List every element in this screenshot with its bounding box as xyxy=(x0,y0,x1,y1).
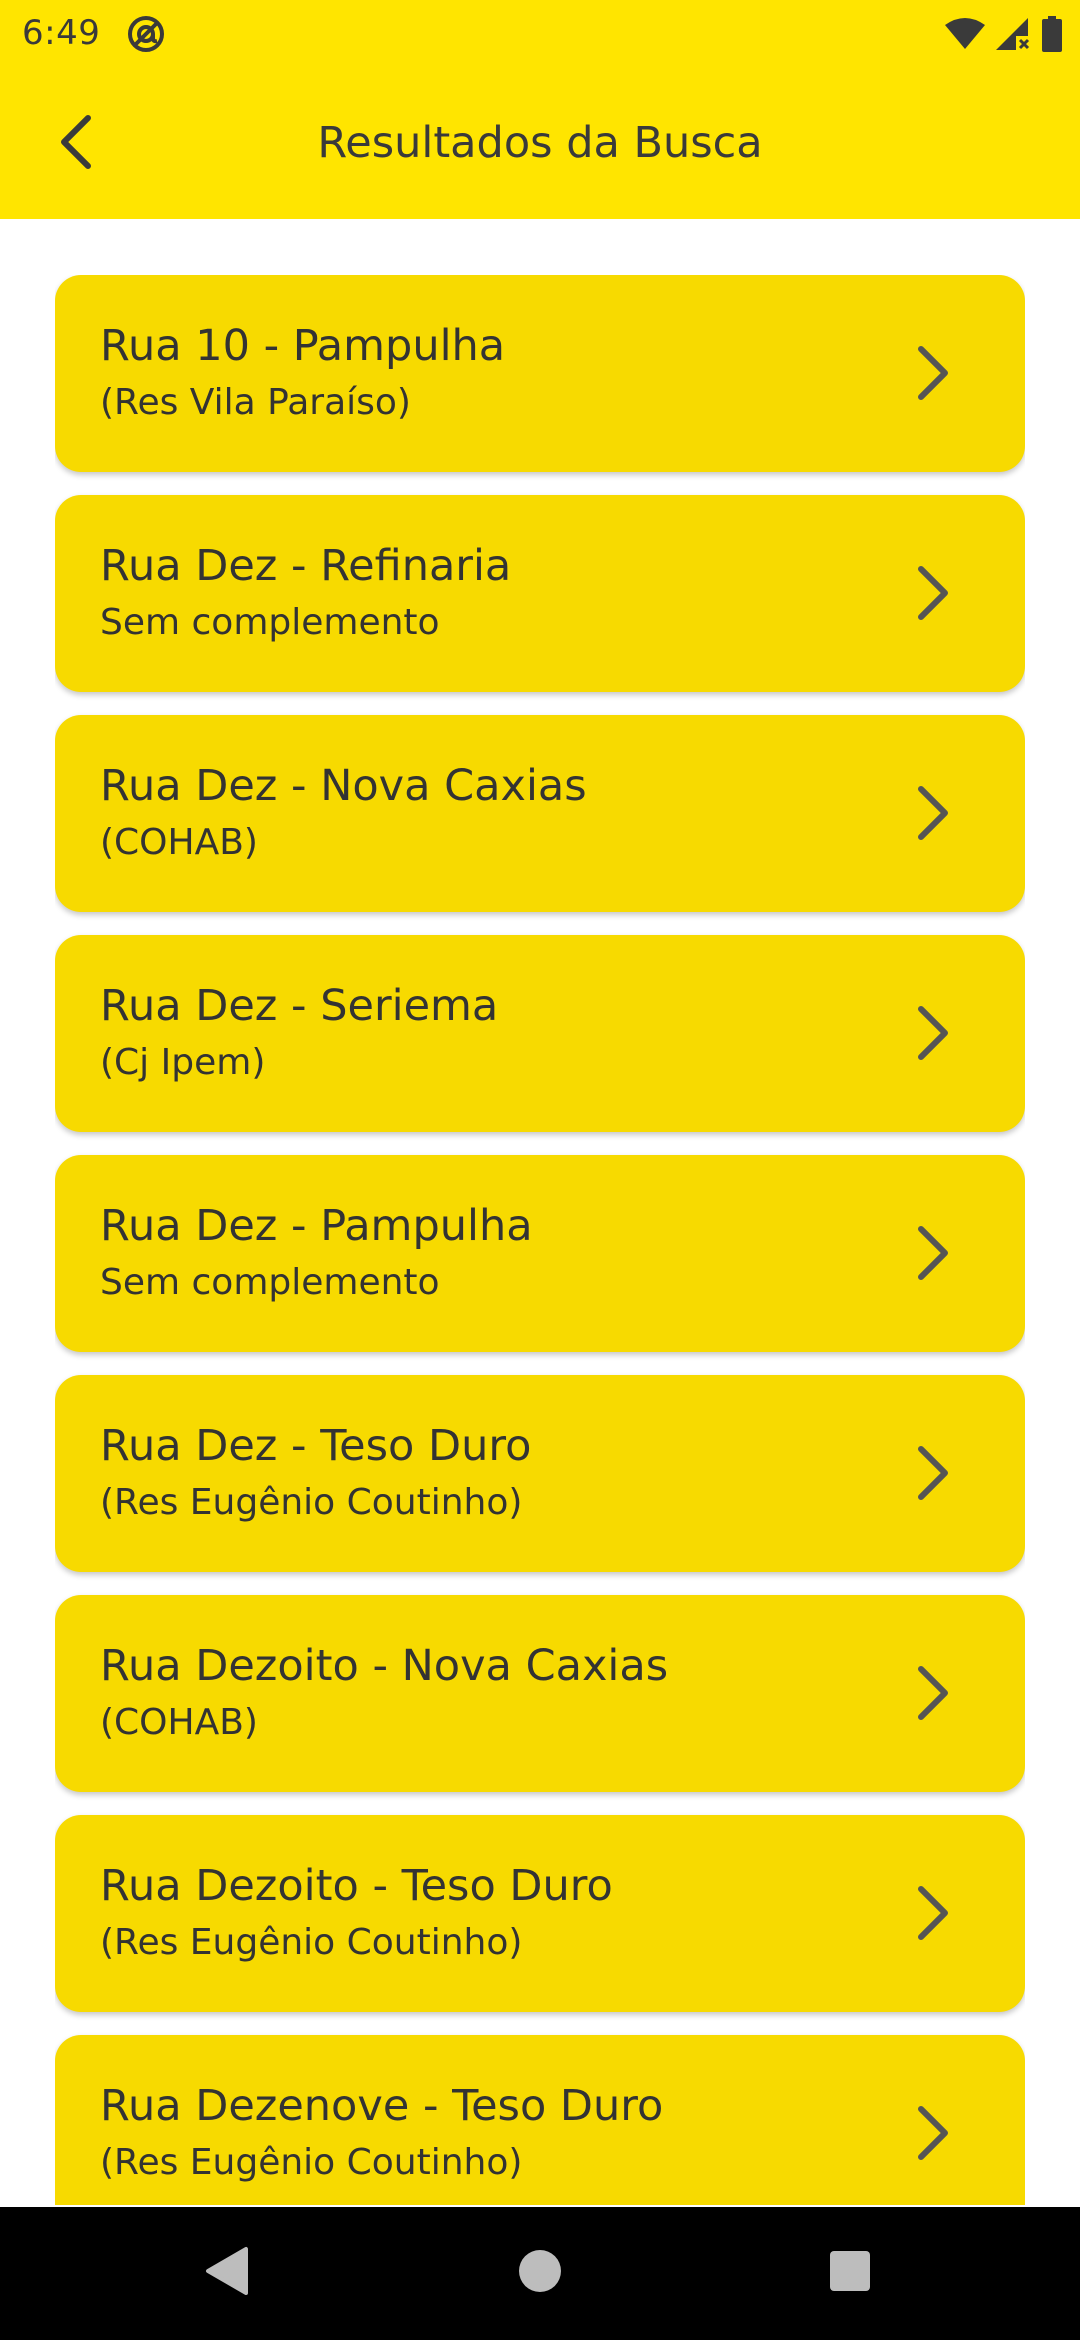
wifi-icon xyxy=(944,17,986,51)
back-triangle-icon xyxy=(202,2245,250,2301)
status-time: 6:49 xyxy=(22,13,101,53)
result-card[interactable]: Rua Dezenove - Teso Duro (Res Eugênio Co… xyxy=(55,2035,1025,2205)
result-subtitle: (Res Eugênio Coutinho) xyxy=(100,1922,523,1963)
result-card[interactable]: Rua Dez - Refinaria Sem complemento xyxy=(55,495,1025,692)
result-subtitle: (Cj Ipem) xyxy=(100,1042,266,1083)
result-title: Rua Dez - Pampulha xyxy=(100,1201,533,1251)
chevron-right-icon xyxy=(907,2103,957,2163)
battery-icon xyxy=(1042,16,1062,52)
chevron-right-icon xyxy=(907,1443,957,1503)
status-icons xyxy=(944,14,1062,54)
chevron-right-icon xyxy=(907,343,957,403)
navigation-bar xyxy=(0,2207,1080,2340)
result-title: Rua Dez - Teso Duro xyxy=(100,1421,532,1471)
nav-back-button[interactable] xyxy=(196,2243,256,2303)
result-title: Rua Dez - Nova Caxias xyxy=(100,761,587,811)
result-title: Rua Dezoito - Teso Duro xyxy=(100,1861,613,1911)
chevron-right-icon xyxy=(907,563,957,623)
result-card[interactable]: Rua Dezoito - Nova Caxias (COHAB) xyxy=(55,1595,1025,1792)
signal-icon xyxy=(994,16,1032,52)
result-subtitle: (COHAB) xyxy=(100,1702,258,1743)
chevron-right-icon xyxy=(907,1883,957,1943)
chevron-right-icon xyxy=(907,1223,957,1283)
result-subtitle: Sem complemento xyxy=(100,1262,440,1303)
result-card[interactable]: Rua Dez - Pampulha Sem complemento xyxy=(55,1155,1025,1352)
chevron-right-icon xyxy=(907,783,957,843)
result-subtitle: (Res Eugênio Coutinho) xyxy=(100,1482,523,1523)
result-subtitle: (Res Vila Paraíso) xyxy=(100,382,411,423)
result-title: Rua Dez - Refinaria xyxy=(100,541,512,591)
result-title: Rua 10 - Pampulha xyxy=(100,321,506,371)
result-card[interactable]: Rua Dez - Nova Caxias (COHAB) xyxy=(55,715,1025,912)
results-list[interactable]: Rua 10 - Pampulha (Res Vila Paraíso) Rua… xyxy=(55,275,1025,2205)
result-card[interactable]: Rua Dezoito - Teso Duro (Res Eugênio Cou… xyxy=(55,1815,1025,2012)
result-title: Rua Dez - Seriema xyxy=(100,981,499,1031)
home-circle-icon xyxy=(517,2248,563,2298)
app-bar: Resultados da Busca xyxy=(0,66,1080,219)
result-title: Rua Dezenove - Teso Duro xyxy=(100,2081,664,2131)
recents-square-icon xyxy=(828,2249,872,2297)
page-title: Resultados da Busca xyxy=(317,118,763,168)
nav-home-button[interactable] xyxy=(510,2243,570,2303)
result-title: Rua Dezoito - Nova Caxias xyxy=(100,1641,669,1691)
nav-recents-button[interactable] xyxy=(820,2243,880,2303)
status-bar: 6:49 xyxy=(0,0,1080,66)
result-subtitle: (COHAB) xyxy=(100,822,258,863)
result-subtitle: (Res Eugênio Coutinho) xyxy=(100,2142,523,2183)
at-sign-icon xyxy=(126,14,166,54)
result-card[interactable]: Rua 10 - Pampulha (Res Vila Paraíso) xyxy=(55,275,1025,472)
result-card[interactable]: Rua Dez - Seriema (Cj Ipem) xyxy=(55,935,1025,1132)
result-subtitle: Sem complemento xyxy=(100,602,440,643)
result-card[interactable]: Rua Dez - Teso Duro (Res Eugênio Coutinh… xyxy=(55,1375,1025,1572)
chevron-right-icon xyxy=(907,1003,957,1063)
chevron-right-icon xyxy=(907,1663,957,1723)
